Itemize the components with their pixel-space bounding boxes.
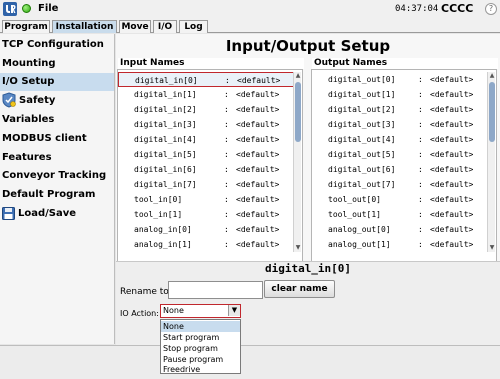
dropdown-option-none[interactable]: None [161, 321, 240, 332]
tab-program[interactable]: Program [2, 20, 50, 33]
chevron-down-icon[interactable]: ▼ [228, 305, 240, 316]
rename-input[interactable] [168, 281, 263, 299]
sidebar-item-label: Conveyor Tracking [2, 170, 107, 181]
sidebar-item-variables[interactable]: Variables [0, 111, 114, 129]
list-item[interactable]: digital_out[2]: <default> [312, 102, 489, 117]
scrollbar-thumb[interactable] [489, 82, 495, 142]
output-list-scrollbar[interactable]: ▲ ▼ [487, 72, 495, 252]
list-item[interactable]: digital_out[6]: <default> [312, 162, 489, 177]
sidebar-item-label: Load/Save [18, 208, 77, 219]
sidebar-item-mounting[interactable]: Mounting [0, 55, 114, 73]
selected-io-title: digital_in[0] [264, 262, 352, 275]
output-names-heading: Output Names [312, 58, 498, 69]
input-list-scrollbar[interactable]: ▲ ▼ [293, 72, 301, 252]
file-menu[interactable]: File [38, 3, 58, 14]
sidebar-item-io-setup[interactable]: I/O Setup [0, 73, 114, 91]
run-status-indicator [22, 4, 31, 13]
title-bar: File 04:37:04 CCCC ? [0, 0, 500, 19]
list-item[interactable]: analog_out[0]: <default> [312, 222, 489, 237]
list-item[interactable]: tool_out[1]: <default> [312, 207, 489, 222]
help-icon[interactable]: ? [485, 3, 497, 15]
sidebar-item-label: I/O Setup [2, 76, 55, 87]
sidebar-item-safety[interactable]: Safety [0, 92, 114, 110]
input-names-heading: Input Names [118, 58, 304, 69]
list-item[interactable]: digital_out[4]: <default> [312, 132, 489, 147]
sidebar-item-features[interactable]: Features [0, 149, 114, 167]
sidebar-item-label: Default Program [2, 189, 96, 200]
io-action-value: None [163, 306, 184, 315]
io-action-select[interactable]: None ▼ [160, 304, 241, 318]
clock: 04:37:04 [395, 4, 439, 14]
floppy-icon [2, 206, 15, 220]
sidebar-item-label: TCP Configuration [2, 39, 104, 50]
dropdown-option-stop-program[interactable]: Stop program [161, 343, 240, 354]
list-item[interactable]: analog_in[1]: <default> [118, 237, 295, 252]
list-item[interactable]: analog_in[0]: <default> [118, 222, 295, 237]
scroll-down-icon[interactable]: ▼ [488, 244, 496, 252]
scroll-up-icon[interactable]: ▲ [294, 72, 302, 80]
installation-sidebar: TCP Configuration Mounting I/O Setup Saf… [0, 34, 115, 344]
list-item[interactable]: digital_in[5]: <default> [118, 147, 295, 162]
scroll-up-icon[interactable]: ▲ [488, 72, 496, 80]
list-item[interactable]: digital_in[4]: <default> [118, 132, 295, 147]
tab-log[interactable]: Log [179, 20, 208, 33]
sidebar-item-label: MODBUS client [2, 133, 87, 144]
list-item[interactable]: digital_in[7]: <default> [118, 177, 295, 192]
sidebar-item-label: Variables [2, 114, 55, 125]
list-item[interactable]: digital_out[1]: <default> [312, 87, 489, 102]
shield-icon [2, 92, 16, 108]
sidebar-item-label: Safety [19, 95, 56, 106]
page-title: Input/Output Setup [225, 37, 391, 55]
rename-label: Rename to [120, 287, 169, 297]
sidebar-item-load-save[interactable]: Load/Save [0, 205, 114, 223]
list-item[interactable]: digital_in[1]: <default> [118, 87, 295, 102]
dropdown-option-freedrive[interactable]: Freedrive [161, 364, 240, 375]
bottom-bar [0, 345, 500, 379]
io-action-label: IO Action: [120, 309, 159, 318]
tab-io[interactable]: I/O [153, 20, 177, 33]
list-item[interactable]: digital_out[3]: <default> [312, 117, 489, 132]
tab-installation[interactable]: Installation [52, 20, 117, 33]
list-item[interactable]: digital_in[0]: <default> [118, 72, 295, 87]
clear-name-button[interactable]: clear name [264, 280, 335, 298]
dropdown-option-start-program[interactable]: Start program [161, 332, 240, 343]
list-item[interactable]: digital_out[5]: <default> [312, 147, 489, 162]
list-item[interactable]: digital_out[0]: <default> [312, 72, 489, 87]
list-item[interactable]: tool_out[0]: <default> [312, 192, 489, 207]
input-names-list[interactable]: Input Names digital_in[0]: <default> digi… [117, 58, 304, 289]
main-tabs: Program Installation Move I/O Log [0, 19, 500, 33]
io-setup-panel: Input/Output Setup Input Names digital_i… [116, 34, 500, 345]
sidebar-item-label: Mounting [2, 58, 56, 69]
list-item[interactable]: tool_in[0]: <default> [118, 192, 295, 207]
list-item[interactable]: digital_in[3]: <default> [118, 117, 295, 132]
sidebar-item-default-program[interactable]: Default Program [0, 186, 114, 204]
tab-move[interactable]: Move [119, 20, 151, 33]
sidebar-item-label: Features [2, 152, 52, 163]
io-action-dropdown[interactable]: None Start program Stop program Pause pr… [160, 319, 241, 374]
list-item[interactable]: digital_out[7]: <default> [312, 177, 489, 192]
sidebar-item-tcp-configuration[interactable]: TCP Configuration [0, 36, 114, 54]
list-item[interactable]: digital_in[2]: <default> [118, 102, 295, 117]
robot-name: CCCC [441, 2, 474, 15]
list-item[interactable]: tool_in[1]: <default> [118, 207, 295, 222]
sidebar-item-modbus-client[interactable]: MODBUS client [0, 130, 114, 148]
scroll-down-icon[interactable]: ▼ [294, 244, 302, 252]
list-item[interactable]: analog_out[1]: <default> [312, 237, 489, 252]
ur-logo-icon [3, 2, 17, 16]
output-names-list[interactable]: Output Names digital_out[0]: <default> di… [311, 58, 498, 289]
list-item[interactable]: digital_in[6]: <default> [118, 162, 295, 177]
sidebar-item-conveyor-tracking[interactable]: Conveyor Tracking [0, 167, 114, 185]
scrollbar-thumb[interactable] [295, 82, 301, 142]
